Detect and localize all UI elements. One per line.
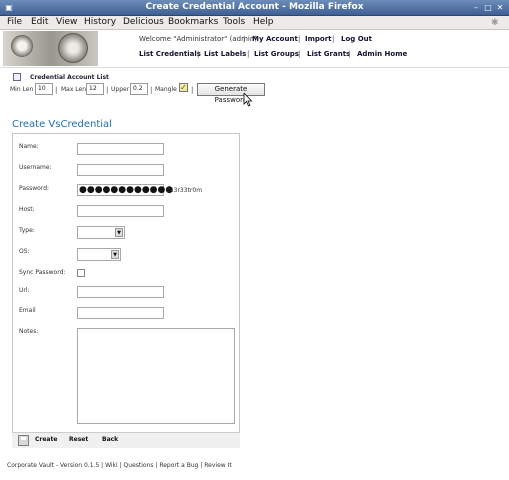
dropdown-arrow-icon: ▼ [111,250,119,259]
menu-help[interactable]: Help [253,17,274,27]
menu-view[interactable]: View [56,17,77,27]
list-icon [13,73,21,81]
sync-password-label: Sync Password: [19,269,66,276]
nav-list-labels[interactable]: List Labels [204,50,246,58]
max-len-input[interactable]: 12 [86,83,104,95]
username-label: Username: [19,164,52,171]
name-input[interactable] [77,143,164,155]
url-input[interactable] [77,286,164,298]
window-menu-icon[interactable]: ▣ [4,3,14,13]
nav-list-credentials[interactable]: List Credentials [139,50,201,58]
max-len-label: Max Len [61,86,87,93]
type-label: Type: [19,227,35,234]
email-label: Email [19,307,36,314]
mangle-checkbox[interactable]: ✓ [179,83,188,92]
credential-list-link[interactable]: Credential Account List [30,74,109,81]
menu-history[interactable]: History [84,17,116,27]
create-button[interactable]: Create [35,436,57,443]
generate-password-button[interactable]: Generate Password [197,83,265,104]
reset-button[interactable]: Reset [69,436,88,443]
header-divider [0,67,509,68]
my-account-link[interactable]: My Account [252,35,298,43]
url-label: Url: [19,287,30,294]
welcome-text: Welcome "Administrator" (admin) [139,35,258,43]
nav-separator: | [298,50,301,58]
nav-admin-home[interactable]: Admin Home [357,50,407,58]
nav-separator: | [348,50,351,58]
mouse-cursor-icon [243,93,253,107]
name-label: Name: [19,143,39,150]
window-title: Create Credential Account - Mozilla Fire… [145,2,364,12]
app-logo [3,31,98,66]
type-select[interactable]: ▼ [77,226,125,239]
menu-tools[interactable]: Tools [223,17,245,27]
password-mask: ●●●●●●●●●●●● [79,185,174,195]
menubar: File Edit View History Delicious Bookmar… [0,16,509,30]
mangle-label: Mangle [155,86,177,93]
upper-label: Upper [111,86,130,93]
save-icon [18,435,29,446]
import-link[interactable]: Import [305,35,332,43]
generator-separator: | [191,86,194,94]
minimize-icon[interactable]: – [471,3,481,13]
vault-wheel-icon [58,33,88,63]
generator-separator: | [150,86,153,94]
min-len-label: Min Len [10,86,34,93]
footer-links[interactable]: Corporate Vault - Version 0.1.5 | Wiki |… [7,462,232,469]
email-input[interactable] [77,307,164,319]
password-label: Password: [19,185,50,192]
nav-list-grants[interactable]: List Grants [307,50,350,58]
back-button[interactable]: Back [102,436,118,443]
notes-label: Notes: [19,328,39,335]
maximize-icon[interactable]: □ [483,3,493,13]
throbber-icon: ✱ [491,18,499,28]
dropdown-arrow-icon: ▼ [115,228,123,237]
logout-link[interactable]: Log Out [341,35,372,43]
window-titlebar: Create Credential Account - Mozilla Fire… [0,0,509,16]
notes-textarea[interactable] [77,328,235,424]
vault-dial-icon [11,35,33,57]
menu-delicious[interactable]: Delicious [123,17,164,27]
page-title: Create VsCredential [12,119,112,130]
close-icon[interactable]: ✕ [495,3,505,13]
header-separator: | [298,35,301,43]
sync-password-checkbox[interactable] [77,269,85,277]
menu-file[interactable]: File [7,17,22,27]
upper-input[interactable]: 0.2 [130,83,148,95]
generator-separator: | [55,86,58,94]
os-select[interactable]: ▼ [77,248,121,261]
nav-separator: | [247,50,250,58]
os-label: OS: [19,248,30,255]
nav-separator: | [197,50,200,58]
menu-bookmarks[interactable]: Bookmarks [168,17,218,27]
nav-list-groups[interactable]: List Groups [254,50,299,58]
min-len-input[interactable]: 10 [35,83,53,95]
header-separator: | [332,35,335,43]
host-label: Host: [19,206,35,213]
generator-separator: | [106,86,109,94]
header-separator: | [243,35,246,43]
host-input[interactable] [77,205,164,217]
generated-password-text: 313r33tr0m [166,187,203,194]
username-input[interactable] [77,164,164,176]
menu-edit[interactable]: Edit [31,17,48,27]
